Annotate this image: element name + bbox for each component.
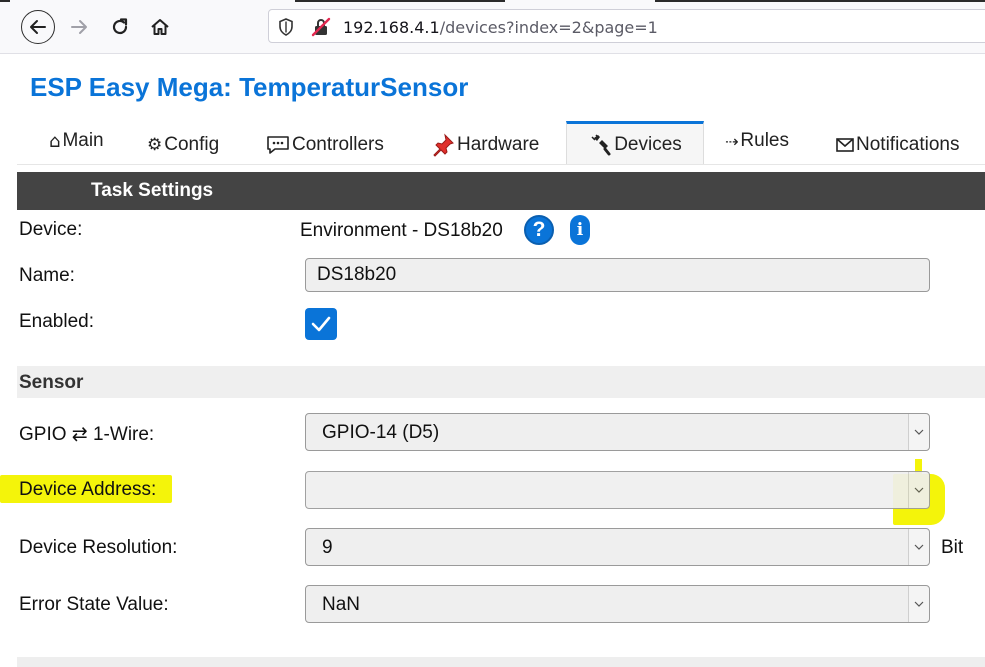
shield-icon[interactable] bbox=[278, 18, 294, 36]
plug-icon bbox=[588, 133, 612, 157]
tab-config-label: Config bbox=[164, 134, 220, 155]
tab-controllers-label: Controllers bbox=[292, 134, 384, 155]
next-section-edge bbox=[17, 657, 985, 667]
arrow-icon: ⇢ bbox=[725, 131, 739, 151]
envelope-icon bbox=[836, 138, 854, 152]
tab-notifications[interactable]: Notifications bbox=[836, 123, 960, 167]
chevron-down-icon bbox=[914, 544, 924, 550]
tab-rules[interactable]: ⇢ Rules bbox=[725, 119, 789, 163]
tab-notifications-label: Notifications bbox=[856, 134, 960, 155]
url-text[interactable]: 192.168.4.1/devices?index=2&page=1 bbox=[343, 18, 658, 37]
url-host: 192.168.4.1 bbox=[343, 18, 440, 37]
device-label: Device: bbox=[19, 219, 83, 240]
device-resolution-value: 9 bbox=[322, 537, 333, 558]
device-resolution-label: Device Resolution: bbox=[19, 537, 178, 558]
name-label: Name: bbox=[19, 265, 75, 286]
checkmark-icon bbox=[311, 316, 331, 332]
error-state-select-arrow[interactable] bbox=[908, 586, 929, 622]
back-arrow-icon bbox=[30, 20, 46, 34]
url-path: /devices?index=2&page=1 bbox=[439, 18, 658, 37]
tab-hardware-label: Hardware bbox=[457, 134, 540, 155]
device-resolution-select-arrow[interactable] bbox=[908, 529, 929, 565]
device-resolution-select[interactable]: 9 bbox=[305, 528, 930, 566]
chevron-down-icon bbox=[914, 487, 924, 493]
resolution-unit: Bit bbox=[941, 537, 964, 558]
error-state-select[interactable]: NaN bbox=[305, 585, 930, 623]
chevron-down-icon bbox=[914, 429, 924, 435]
chevron-down-icon bbox=[914, 601, 924, 607]
tab-rules-label: Rules bbox=[740, 130, 789, 151]
info-icon[interactable]: i bbox=[570, 215, 590, 245]
speech-bubble-icon bbox=[266, 135, 290, 155]
home-outline-icon: ⌂ bbox=[49, 130, 61, 152]
device-address-select[interactable] bbox=[305, 471, 930, 509]
enabled-checkbox[interactable] bbox=[305, 308, 337, 340]
tab-strip-edge bbox=[295, 0, 505, 2]
pushpin-icon bbox=[431, 133, 455, 157]
tab-strip-edge bbox=[655, 0, 985, 2]
sensor-header: Sensor bbox=[17, 366, 985, 398]
device-value: Environment - DS18b20 bbox=[300, 220, 503, 241]
home-icon bbox=[151, 19, 169, 35]
tab-hardware[interactable]: Hardware bbox=[431, 123, 539, 167]
error-state-label: Error State Value: bbox=[19, 594, 169, 615]
help-icon[interactable]: ? bbox=[524, 215, 554, 245]
device-address-select-arrow[interactable] bbox=[908, 472, 929, 508]
gear-icon: ⚙ bbox=[147, 135, 163, 155]
forward-arrow-icon bbox=[71, 20, 87, 34]
tab-main[interactable]: ⌂ Main bbox=[49, 119, 104, 163]
tab-devices[interactable]: Devices bbox=[566, 121, 704, 165]
home-button[interactable] bbox=[143, 10, 177, 44]
tab-main-label: Main bbox=[62, 130, 104, 151]
page-title: ESP Easy Mega: TemperaturSensor bbox=[30, 72, 469, 102]
tab-strip-edge bbox=[0, 0, 10, 2]
main-nav-tabs: ⌂ Main ⚙ Config Controllers Hardware Devic… bbox=[17, 120, 985, 165]
browser-toolbar: 192.168.4.1/devices?index=2&page=1 bbox=[0, 0, 985, 54]
tabs-divider bbox=[17, 164, 985, 165]
name-input[interactable] bbox=[305, 258, 930, 292]
tab-devices-label: Devices bbox=[614, 133, 682, 155]
device-address-label: Device Address: bbox=[19, 479, 157, 500]
insecure-lock-icon[interactable] bbox=[311, 17, 331, 37]
task-settings-title: Task Settings bbox=[91, 180, 214, 201]
gpio-label: GPIO ⇄ 1-Wire: bbox=[19, 424, 155, 445]
address-bar[interactable]: 192.168.4.1/devices?index=2&page=1 bbox=[268, 9, 985, 43]
task-settings-header: Task Settings bbox=[17, 172, 985, 210]
reload-icon bbox=[112, 18, 128, 35]
forward-button[interactable] bbox=[62, 10, 96, 44]
tab-controllers[interactable]: Controllers bbox=[266, 123, 384, 167]
enabled-label: Enabled: bbox=[19, 311, 95, 332]
reload-button[interactable] bbox=[103, 10, 137, 44]
gpio-select-value: GPIO-14 (D5) bbox=[322, 422, 440, 443]
tab-config[interactable]: ⚙ Config bbox=[147, 123, 219, 167]
gpio-select-arrow[interactable] bbox=[908, 414, 929, 450]
gpio-select[interactable]: GPIO-14 (D5) bbox=[305, 413, 930, 451]
sensor-title: Sensor bbox=[19, 372, 84, 393]
error-state-value: NaN bbox=[322, 594, 361, 615]
back-button[interactable] bbox=[21, 10, 55, 44]
